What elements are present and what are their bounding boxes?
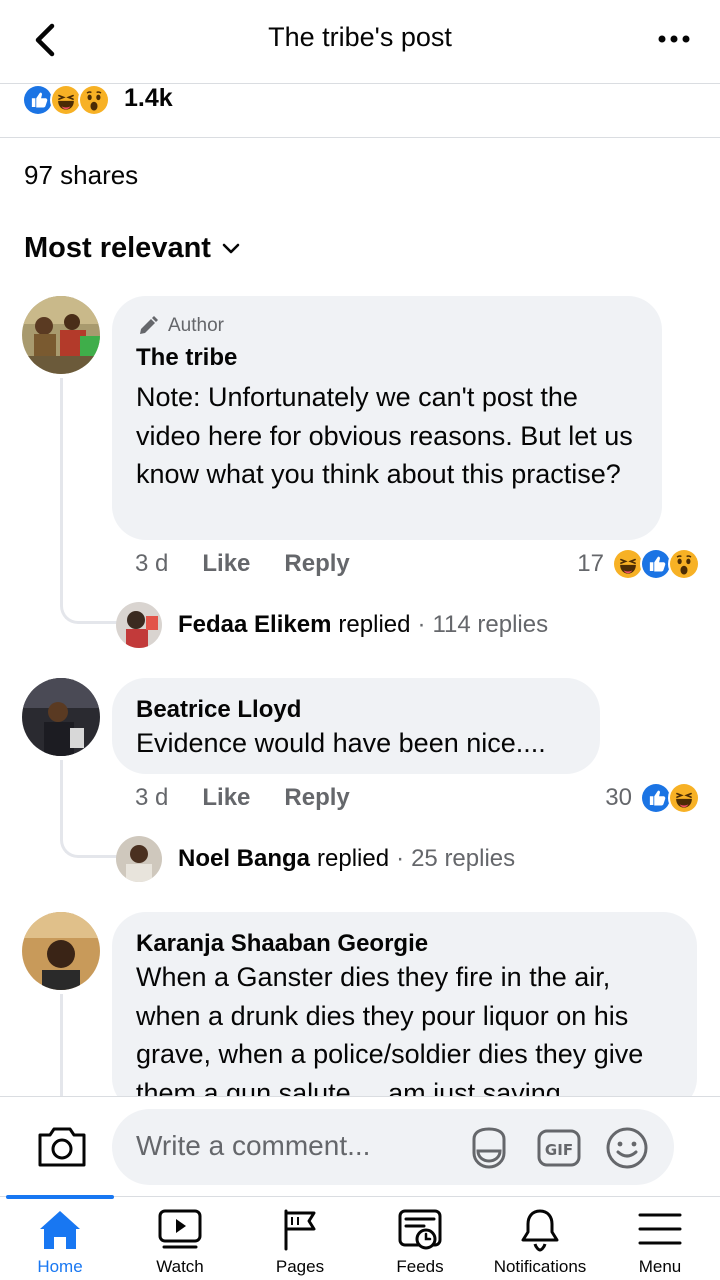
- comment-bubble[interactable]: Karanja Shaaban Georgie When a Ganster d…: [112, 912, 697, 1112]
- commenter-name[interactable]: Karanja Shaaban Georgie: [136, 930, 673, 958]
- nav-item-notifications[interactable]: Notifications: [480, 1197, 600, 1280]
- like-button[interactable]: Like: [202, 550, 250, 578]
- nav-label: Menu: [638, 1257, 682, 1276]
- comment-reactions[interactable]: 30: [605, 782, 700, 814]
- nav-item-feeds[interactable]: Feeds: [360, 1197, 480, 1280]
- sticker-icon[interactable]: [466, 1125, 512, 1171]
- comment-bubble[interactable]: Author The tribe Note: Unfortunately we …: [112, 296, 662, 540]
- more-options-icon[interactable]: [654, 24, 694, 54]
- nav-item-pages[interactable]: Pages: [240, 1197, 360, 1280]
- comment-actions: 3 d Like Reply: [135, 784, 384, 812]
- thread-connector: [60, 378, 120, 624]
- reply-verb: replied: [317, 845, 390, 872]
- reply-button[interactable]: Reply: [284, 550, 349, 578]
- reactions-summary[interactable]: 1.4k: [0, 84, 720, 138]
- like-button[interactable]: Like: [202, 784, 250, 812]
- comment-text: Evidence would have been nice....: [136, 728, 546, 758]
- reply-author-name: Fedaa Elikem: [178, 611, 332, 638]
- nav-item-watch[interactable]: Watch: [120, 1197, 240, 1280]
- feeds-icon: [398, 1209, 442, 1250]
- bottom-nav: Home Watch Pages Feeds Notifications Men…: [0, 1195, 720, 1280]
- comment-actions: 3 d Like Reply: [135, 550, 384, 578]
- reaction-count: 1.4k: [124, 84, 173, 112]
- comment-reaction-count: 30: [605, 784, 632, 811]
- nav-item-menu[interactable]: Menu: [600, 1197, 720, 1280]
- commenter-name[interactable]: Beatrice Lloyd: [136, 696, 576, 724]
- nav-label: Notifications: [493, 1257, 587, 1276]
- thread-connector: [60, 994, 120, 1104]
- header-bar: The tribe's post: [0, 0, 720, 84]
- chevron-down-icon: [222, 243, 240, 253]
- nav-label: Watch: [156, 1257, 204, 1276]
- haha-reaction-icon: [668, 782, 700, 814]
- comment-time: 3 d: [135, 784, 169, 811]
- reply-verb: replied: [338, 611, 411, 638]
- author-badge-label: Author: [168, 315, 224, 336]
- nav-item-home[interactable]: Home: [0, 1195, 120, 1280]
- replies-preview[interactable]: Noel Banga replied · 25 replies: [116, 836, 515, 882]
- gif-icon[interactable]: GIF: [536, 1125, 582, 1171]
- emoji-icon[interactable]: [604, 1125, 650, 1171]
- replies-preview[interactable]: Fedaa Elikem replied · 114 replies: [116, 602, 548, 648]
- nav-label: Feeds: [396, 1257, 444, 1276]
- separator-dot: ·: [417, 611, 426, 638]
- camera-icon[interactable]: [36, 1123, 88, 1169]
- separator-dot: ·: [396, 845, 405, 872]
- svg-text:GIF: GIF: [545, 1141, 573, 1159]
- sort-label: Most relevant: [24, 232, 211, 264]
- comment-bubble[interactable]: Beatrice Lloyd Evidence would have been …: [112, 678, 600, 774]
- comment-text: Note: Unfortunately we can't post the vi…: [136, 382, 633, 489]
- comment-placeholder: Write a comment...: [136, 1130, 371, 1161]
- page-title: The tribe's post: [268, 22, 452, 52]
- wow-reaction-icon: [668, 548, 700, 580]
- comment-time: 3 d: [135, 550, 169, 577]
- avatar[interactable]: [22, 678, 100, 756]
- shares-count[interactable]: 97 shares: [24, 160, 138, 191]
- thread-connector: [60, 760, 120, 858]
- reply-author-name: Noel Banga: [178, 845, 311, 872]
- author-badge: Author: [136, 314, 638, 338]
- avatar: [116, 836, 162, 882]
- menu-icon: [638, 1213, 682, 1245]
- bell-icon: [521, 1209, 559, 1252]
- avatar[interactable]: [22, 912, 100, 990]
- reply-button[interactable]: Reply: [284, 784, 349, 812]
- comment-composer: Write a comment... GIF: [0, 1096, 720, 1196]
- avatar: [116, 602, 162, 648]
- nav-label: Pages: [275, 1257, 325, 1276]
- comment-reactions[interactable]: 17: [577, 548, 700, 580]
- reaction-emojis: [22, 84, 110, 116]
- home-icon: [40, 1211, 80, 1249]
- comment-reaction-count: 17: [577, 550, 604, 577]
- comment-input[interactable]: Write a comment... GIF: [112, 1109, 674, 1185]
- reply-count: 114 replies: [432, 611, 549, 638]
- sort-dropdown[interactable]: Most relevant: [24, 232, 241, 265]
- comment-text: When a Ganster dies they fire in the air…: [136, 962, 644, 1108]
- flag-icon: [284, 1209, 316, 1251]
- commenter-name[interactable]: The tribe: [136, 344, 638, 372]
- nav-label: Home: [37, 1257, 83, 1276]
- watch-icon: [158, 1209, 202, 1249]
- pencil-icon: [140, 316, 158, 334]
- avatar[interactable]: [22, 296, 100, 374]
- reply-count: 25 replies: [411, 845, 516, 872]
- wow-reaction-icon: [78, 84, 110, 116]
